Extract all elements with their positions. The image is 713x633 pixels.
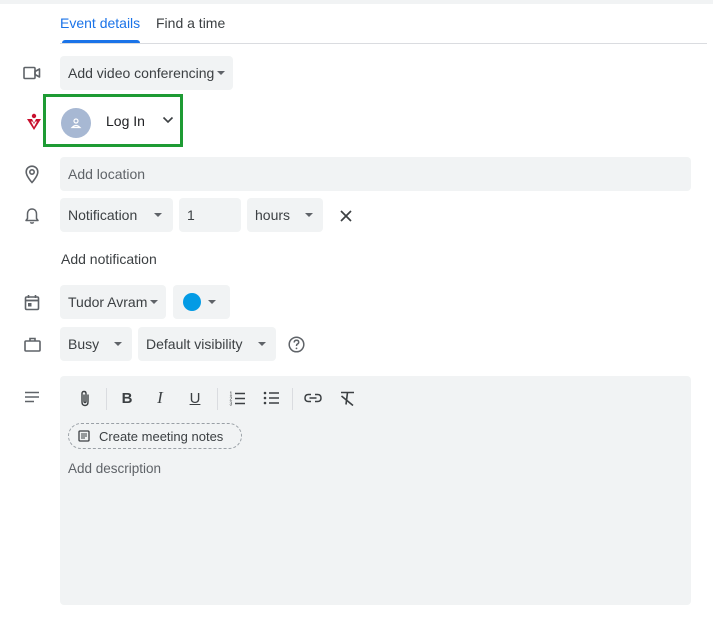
availability-label: Busy: [68, 336, 100, 352]
toolbar-divider: [292, 388, 293, 410]
chevron-down-icon[interactable]: [162, 116, 174, 124]
notification-type-select[interactable]: Notification: [60, 198, 173, 232]
toolbar-divider: [217, 388, 218, 410]
color-swatch: [183, 293, 201, 311]
clear-formatting-icon[interactable]: [337, 388, 357, 408]
caret-down-icon: [217, 71, 225, 75]
caret-down-icon: [305, 213, 313, 217]
description-placeholder: Add description: [68, 461, 162, 476]
visibility-label: Default visibility: [146, 336, 243, 352]
attachment-icon[interactable]: [75, 388, 95, 408]
briefcase-icon: [22, 334, 42, 354]
svg-text:3: 3: [229, 401, 232, 406]
numbered-list-icon[interactable]: 123: [227, 388, 247, 408]
tab-event-details[interactable]: Event details: [60, 15, 140, 31]
video-camera-icon: [22, 63, 42, 83]
top-strip: [0, 0, 713, 4]
person-icon: [70, 118, 82, 129]
avatar[interactable]: [61, 108, 91, 138]
notification-type-label: Notification: [68, 207, 138, 223]
add-video-conferencing-button[interactable]: Add video conferencing: [60, 56, 233, 90]
login-button[interactable]: Log In: [106, 113, 145, 129]
add-notification-button[interactable]: Add notification: [61, 251, 157, 267]
tab-find-a-time[interactable]: Find a time: [156, 15, 225, 31]
description-editor[interactable]: B I U 123 Create meeting notes Add descr…: [60, 376, 691, 605]
notification-unit-select[interactable]: hours: [247, 198, 323, 232]
caret-down-icon: [154, 213, 162, 217]
caret-down-icon: [208, 300, 216, 304]
create-meeting-notes-chip[interactable]: Create meeting notes: [68, 423, 242, 449]
location-input[interactable]: Add location: [60, 157, 691, 191]
location-pin-icon: [22, 164, 42, 184]
help-icon[interactable]: [286, 334, 306, 354]
bulleted-list-icon[interactable]: [261, 388, 281, 408]
caret-down-icon: [258, 342, 266, 346]
brand-logo-icon: [24, 112, 44, 132]
caret-down-icon: [150, 300, 158, 304]
underline-button[interactable]: U: [185, 388, 205, 408]
link-icon[interactable]: [303, 388, 323, 408]
location-placeholder: Add location: [68, 166, 146, 182]
caret-down-icon: [114, 342, 122, 346]
bell-icon: [22, 206, 42, 226]
italic-button[interactable]: I: [150, 388, 170, 408]
login-highlight: Log In: [43, 94, 183, 147]
document-icon: [78, 430, 90, 442]
calendar-owner-label: Tudor Avram: [68, 294, 148, 310]
toolbar-divider: [106, 388, 107, 410]
calendar-owner-select[interactable]: Tudor Avram: [60, 285, 166, 319]
notification-amount-value: 1: [187, 207, 195, 223]
video-conferencing-label: Add video conferencing: [68, 65, 215, 81]
notification-amount-input[interactable]: 1: [179, 198, 241, 232]
availability-select[interactable]: Busy: [60, 327, 132, 361]
create-meeting-notes-label: Create meeting notes: [99, 428, 224, 444]
event-color-select[interactable]: [173, 285, 230, 319]
bold-button[interactable]: B: [117, 388, 137, 408]
notification-unit-label: hours: [255, 207, 291, 223]
calendar-icon: [22, 292, 42, 312]
remove-notification-close-icon[interactable]: [336, 206, 356, 226]
tab-bar: Event details Find a time: [60, 10, 707, 44]
active-tab-indicator: [62, 40, 140, 43]
description-icon: [22, 387, 42, 407]
visibility-select[interactable]: Default visibility: [138, 327, 276, 361]
